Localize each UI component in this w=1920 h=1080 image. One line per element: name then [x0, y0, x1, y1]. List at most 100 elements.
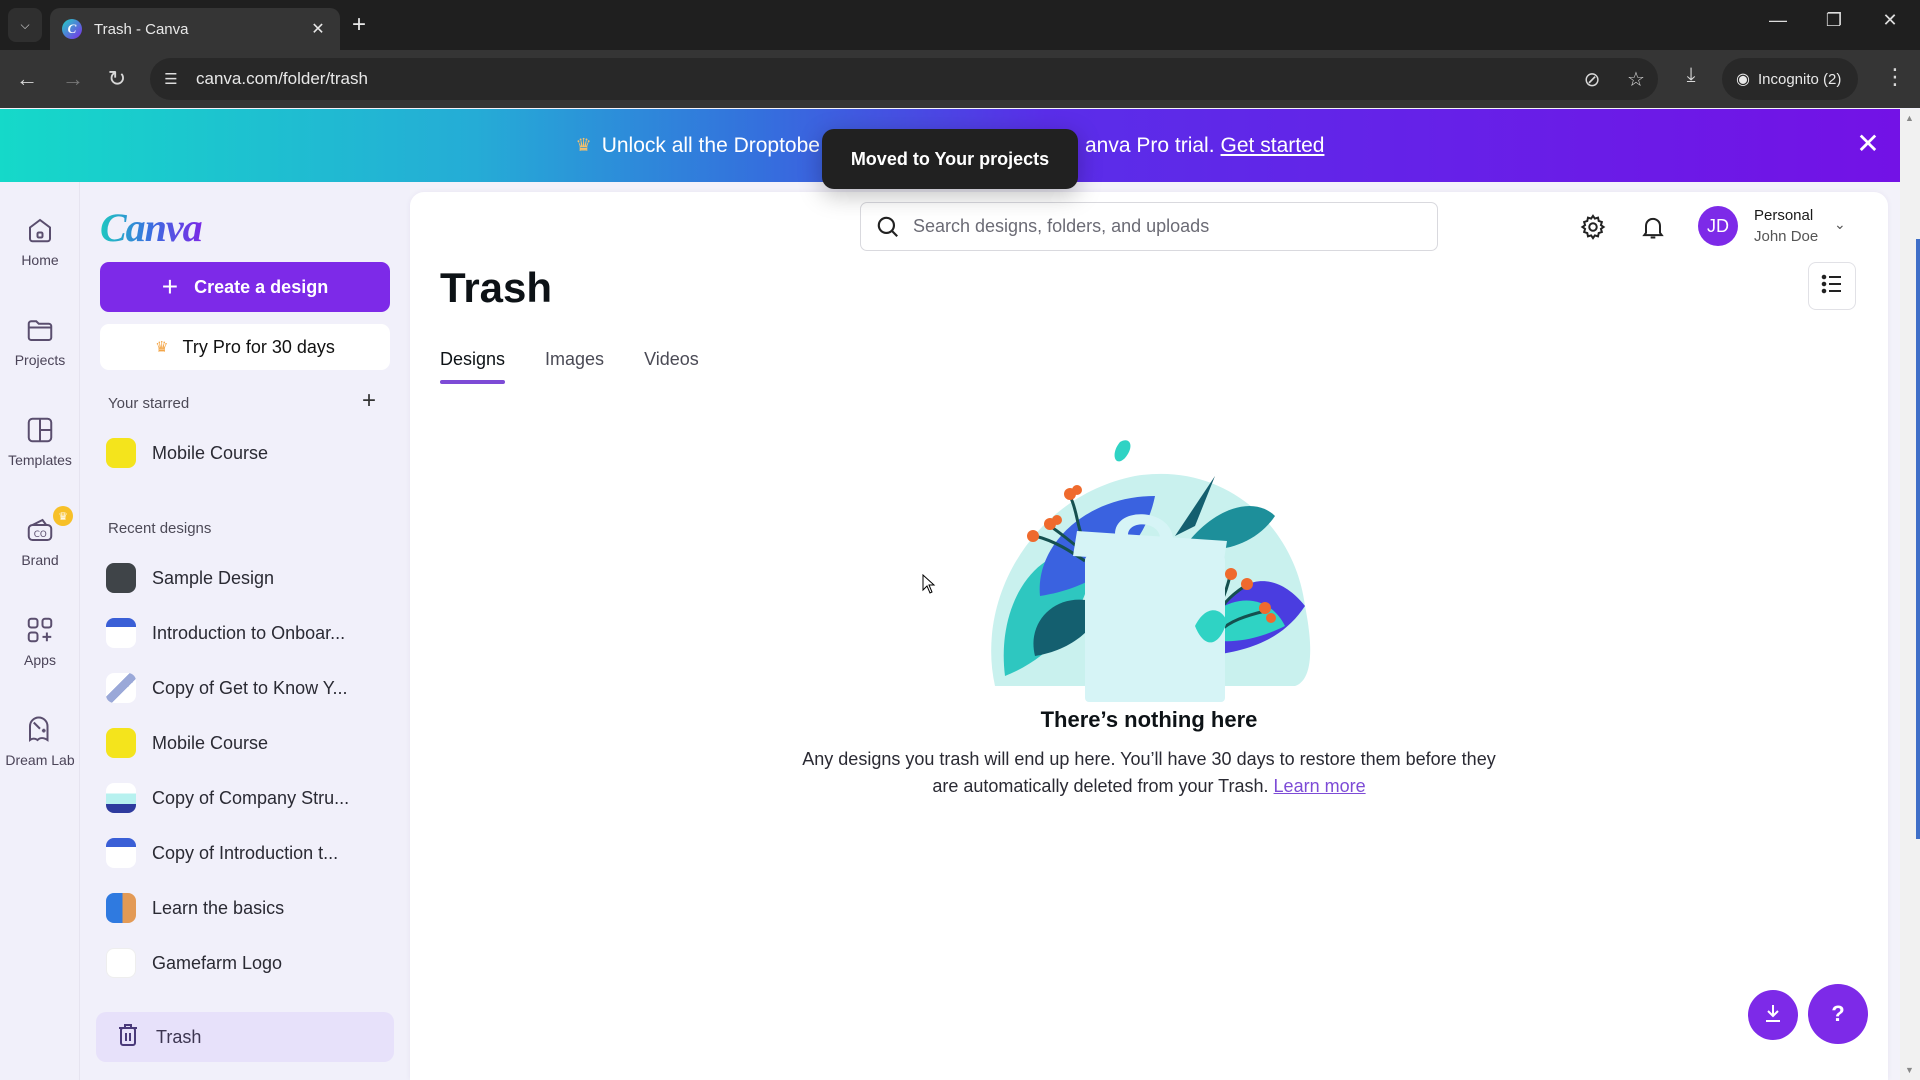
- scrollbar-thumb[interactable]: [1916, 239, 1920, 839]
- starred-section-label: Your starred: [108, 395, 190, 412]
- empty-state-title: There’s nothing here: [1040, 707, 1258, 732]
- new-tab-button[interactable]: +: [352, 12, 366, 38]
- banner-close-icon[interactable]: ✕: [1852, 126, 1884, 162]
- search-icon: [875, 214, 901, 240]
- help-question-icon: ?: [1831, 1001, 1845, 1026]
- reload-icon[interactable]: ↻: [102, 64, 132, 94]
- design-thumbnail: [106, 838, 136, 868]
- tab-videos[interactable]: Videos: [644, 349, 699, 384]
- minimize-icon[interactable]: —: [1758, 10, 1798, 31]
- scroll-down-arrow-icon[interactable]: ▼: [1905, 1065, 1914, 1075]
- tab-images[interactable]: Images: [545, 349, 604, 384]
- illus-leaf: [1114, 440, 1131, 462]
- account-chevron-down-icon[interactable]: ⌄: [1834, 216, 1846, 233]
- sidebar: Canva + Create a design ♛ Try Pro for 30…: [80, 182, 410, 1080]
- tab-designs[interactable]: Designs: [440, 349, 506, 384]
- download-icon: [1761, 1001, 1785, 1030]
- tab-search-button[interactable]: ⌵: [8, 8, 42, 42]
- recent-design-item[interactable]: Learn the basics: [106, 886, 386, 930]
- empty-trash-illustration: [991, 440, 1311, 702]
- left-rail: Home Projects Templates CO ♛ Brand Apps …: [0, 182, 80, 1080]
- incognito-badge[interactable]: ◉ Incognito (2): [1722, 58, 1858, 100]
- rail-item-projects[interactable]: Projects: [0, 312, 80, 392]
- recent-design-item[interactable]: Sample Design: [106, 556, 386, 600]
- page-scrollbar[interactable]: ▲ ▼: [1900, 109, 1920, 1080]
- banner-text-start: Unlock all the Droptobe: [601, 133, 820, 157]
- forward-icon[interactable]: →: [58, 64, 88, 94]
- recent-design-item[interactable]: Copy of Introduction t...: [106, 831, 386, 875]
- restore-icon[interactable]: ❐: [1814, 10, 1854, 31]
- recent-design-item[interactable]: Copy of Get to Know Y...: [106, 666, 386, 710]
- address-bar[interactable]: ☰ canva.com/folder/trash ⊘ ☆: [150, 58, 1658, 100]
- tracking-protection-eye-off-icon[interactable]: ⊘: [1570, 67, 1614, 92]
- rail-item-brand[interactable]: CO ♛ Brand: [0, 506, 80, 592]
- banner-get-started-link[interactable]: Get started: [1221, 134, 1325, 158]
- home-icon: [22, 212, 58, 248]
- window-close-icon[interactable]: ✕: [1870, 10, 1910, 31]
- browser-toolbar: ← → ↻ ☰ canva.com/folder/trash ⊘ ☆ ⤓ ◉ I…: [0, 50, 1920, 108]
- canva-favicon-icon: C: [62, 19, 82, 39]
- browser-tab[interactable]: C Trash - Canva ✕: [50, 8, 340, 50]
- pro-crown-badge-icon: ♛: [53, 506, 73, 526]
- crown-icon: ♛: [575, 135, 592, 155]
- starred-item[interactable]: Mobile Course: [106, 431, 386, 475]
- tab-close-icon[interactable]: ✕: [308, 19, 328, 39]
- account-type[interactable]: Personal: [1754, 207, 1813, 224]
- toast-notification: Moved to Your projects: [822, 129, 1078, 189]
- list-view-icon: [1820, 272, 1844, 301]
- rail-item-apps[interactable]: Apps: [0, 612, 80, 692]
- try-pro-button[interactable]: ♛ Try Pro for 30 days: [100, 324, 390, 370]
- recent-design-item[interactable]: Introduction to Onboar...: [106, 611, 386, 655]
- apps-icon: [22, 612, 58, 648]
- learn-more-link[interactable]: Learn more: [1274, 776, 1366, 796]
- back-icon[interactable]: ←: [12, 64, 42, 94]
- scroll-up-arrow-icon[interactable]: ▲: [1905, 113, 1914, 123]
- sidebar-item-trash[interactable]: Trash: [96, 1012, 394, 1062]
- search-bar[interactable]: [860, 202, 1438, 251]
- templates-icon: [22, 412, 58, 448]
- recent-design-item[interactable]: Copy of Company Stru...: [106, 776, 386, 820]
- design-thumbnail: [106, 783, 136, 813]
- add-starred-icon[interactable]: +: [357, 389, 381, 413]
- design-thumbnail: [106, 673, 136, 703]
- recent-design-item[interactable]: Mobile Course: [106, 721, 386, 765]
- page-title: Trash: [440, 264, 553, 311]
- browser-menu-icon[interactable]: ⋮: [1880, 64, 1910, 90]
- design-thumbnail: [106, 438, 136, 468]
- main-panel: JD Personal John Doe ⌄ Trash Designs Ima…: [410, 192, 1888, 1080]
- crown-icon: ♛: [155, 339, 169, 356]
- rail-item-dream-lab[interactable]: Dream Lab: [0, 712, 80, 792]
- avatar[interactable]: JD: [1698, 206, 1738, 246]
- rail-item-home[interactable]: Home: [0, 212, 80, 292]
- mouse-cursor-icon: [922, 574, 936, 594]
- search-input[interactable]: [913, 216, 1437, 237]
- downloads-icon[interactable]: ⤓: [1676, 64, 1706, 87]
- empty-state-description: Any designs you trash will end up here. …: [802, 749, 1496, 796]
- design-thumbnail: [106, 893, 136, 923]
- create-design-button[interactable]: + Create a design: [100, 262, 390, 312]
- plus-icon: +: [161, 271, 179, 302]
- design-thumbnail: [106, 728, 136, 758]
- banner-text-end: anva Pro trial.: [1084, 133, 1215, 157]
- help-button[interactable]: ?: [1808, 984, 1868, 1044]
- recent-design-item[interactable]: Gamefarm Logo: [106, 941, 386, 985]
- browser-tab-strip: ⌵ C Trash - Canva ✕ + — ❐ ✕: [0, 0, 1920, 50]
- site-info-icon[interactable]: ☰: [156, 64, 186, 94]
- design-thumbnail: [106, 563, 136, 593]
- account-name[interactable]: John Doe: [1754, 228, 1818, 245]
- canva-logo[interactable]: Canva: [100, 204, 203, 251]
- content-tabs: Designs Images Videos: [440, 349, 739, 384]
- tab-title: Trash - Canva: [94, 20, 189, 38]
- settings-gear-icon[interactable]: [1576, 210, 1610, 244]
- folder-icon: [22, 312, 58, 348]
- chevron-down-icon: ⌵: [20, 17, 30, 32]
- recent-section-label: Recent designs: [108, 520, 212, 537]
- dream-lab-icon: [22, 712, 58, 748]
- rail-item-templates[interactable]: Templates: [0, 412, 80, 492]
- download-app-button[interactable]: [1748, 990, 1798, 1040]
- notifications-bell-icon[interactable]: [1636, 210, 1670, 244]
- list-view-toggle[interactable]: [1808, 262, 1856, 310]
- bookmark-star-icon[interactable]: ☆: [1614, 67, 1658, 92]
- url-text[interactable]: canva.com/folder/trash: [196, 69, 1570, 89]
- svg-text:CO: CO: [34, 530, 47, 540]
